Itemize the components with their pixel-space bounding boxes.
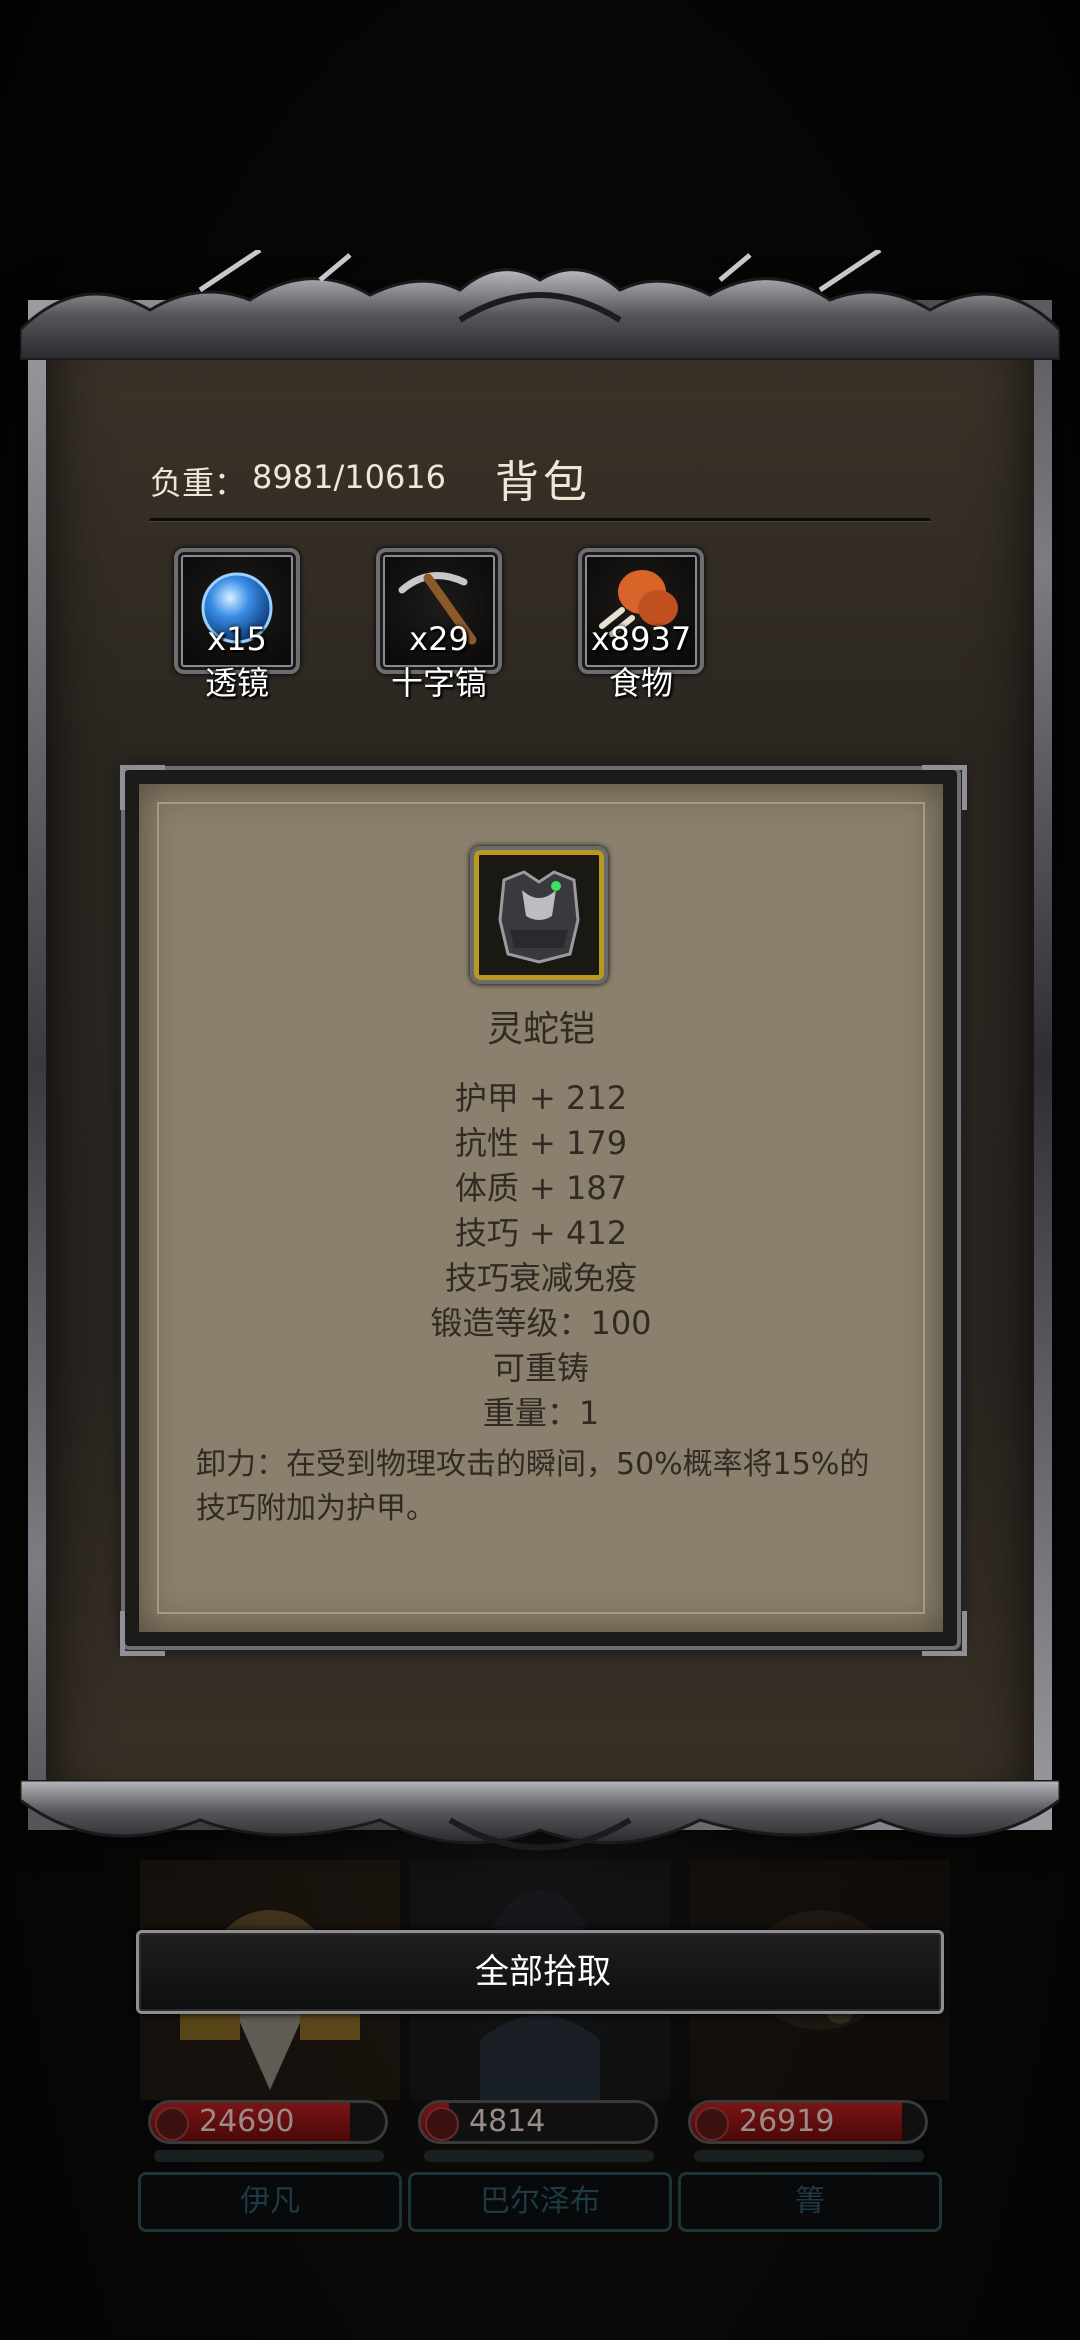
- item-description: 卸力：在受到物理攻击的瞬间，50%概率将15%的技巧附加为护甲。: [196, 1447, 870, 1526]
- item-title: 灵蛇铠: [486, 1009, 595, 1050]
- health-icon: [155, 2107, 189, 2141]
- item-count: x29: [409, 620, 469, 658]
- header-divider: [150, 518, 930, 521]
- weight-label: 负重：: [150, 464, 247, 502]
- stat-line: 可重铸: [492, 1349, 589, 1387]
- hp-value: 24690: [199, 2104, 295, 2139]
- armor-chestplate-icon: [498, 870, 580, 964]
- hero-name-plate[interactable]: 箐: [678, 2172, 942, 2232]
- frame-corner: [120, 765, 165, 810]
- item-count: x15: [207, 620, 267, 658]
- frame-corner: [120, 1611, 165, 1656]
- stat-line: 技巧衰减免疫: [444, 1259, 637, 1297]
- health-icon: [695, 2107, 729, 2141]
- page-title: 背包: [495, 457, 591, 508]
- stat-line: 技巧 + 412: [454, 1214, 628, 1252]
- hp-value: 4814: [469, 2104, 546, 2139]
- frame-corner: [922, 765, 967, 810]
- pickup-all-label: 全部拾取: [475, 1952, 611, 1992]
- hero-sub-bar: [694, 2150, 924, 2162]
- item-name: 十字镐: [390, 664, 487, 702]
- hp-value: 26919: [739, 2104, 835, 2139]
- game-screen: 负重： 8981/10616 背包 x15 透镜 x29 十字镐 x8937 食…: [0, 0, 1080, 2340]
- hero-name: 巴尔泽布: [480, 2184, 600, 2219]
- consumable-slot-food[interactable]: x8937 食物: [578, 548, 704, 702]
- hero-name-plate[interactable]: 伊凡: [138, 2172, 402, 2232]
- hero-hp-bar: 26919: [688, 2100, 928, 2144]
- stat-line: 重量：1: [482, 1394, 600, 1432]
- hero-name: 箐: [795, 2184, 825, 2219]
- stat-line: 锻造等级：100: [430, 1304, 652, 1342]
- health-icon: [425, 2107, 459, 2141]
- pickup-all-button[interactable]: 全部拾取: [136, 1930, 944, 2014]
- hero-hp-bar: 24690: [148, 2100, 388, 2144]
- frame-ornament-top: [20, 250, 1060, 360]
- frame-corner: [922, 1611, 967, 1656]
- hero-hp-bar: 4814: [418, 2100, 658, 2144]
- item-name: 食物: [608, 664, 673, 702]
- item-name: 透镜: [204, 664, 269, 702]
- stat-line: 护甲 + 212: [454, 1079, 628, 1117]
- consumable-slot-pickaxe[interactable]: x29 十字镐: [376, 548, 502, 702]
- item-stats: 护甲 + 212 抗性 + 179 体质 + 187 技巧 + 412 技巧衰减…: [139, 1076, 943, 1436]
- weight-value: 8981/10616: [252, 458, 447, 496]
- hero-sub-bar: [154, 2150, 384, 2162]
- item-icon-slot[interactable]: [470, 846, 608, 984]
- consumable-slot-lens[interactable]: x15 透镜: [174, 548, 300, 702]
- hero-sub-bar: [424, 2150, 654, 2162]
- frame-ornament-bottom: [20, 1780, 1060, 1851]
- hero-name: 伊凡: [240, 2184, 300, 2219]
- stat-line: 体质 + 187: [454, 1169, 628, 1207]
- stat-line: 抗性 + 179: [454, 1124, 628, 1162]
- item-count: x8937: [590, 620, 692, 658]
- inventory-header: 负重： 8981/10616 背包: [150, 438, 930, 518]
- hero-name-plate[interactable]: 巴尔泽布: [408, 2172, 672, 2232]
